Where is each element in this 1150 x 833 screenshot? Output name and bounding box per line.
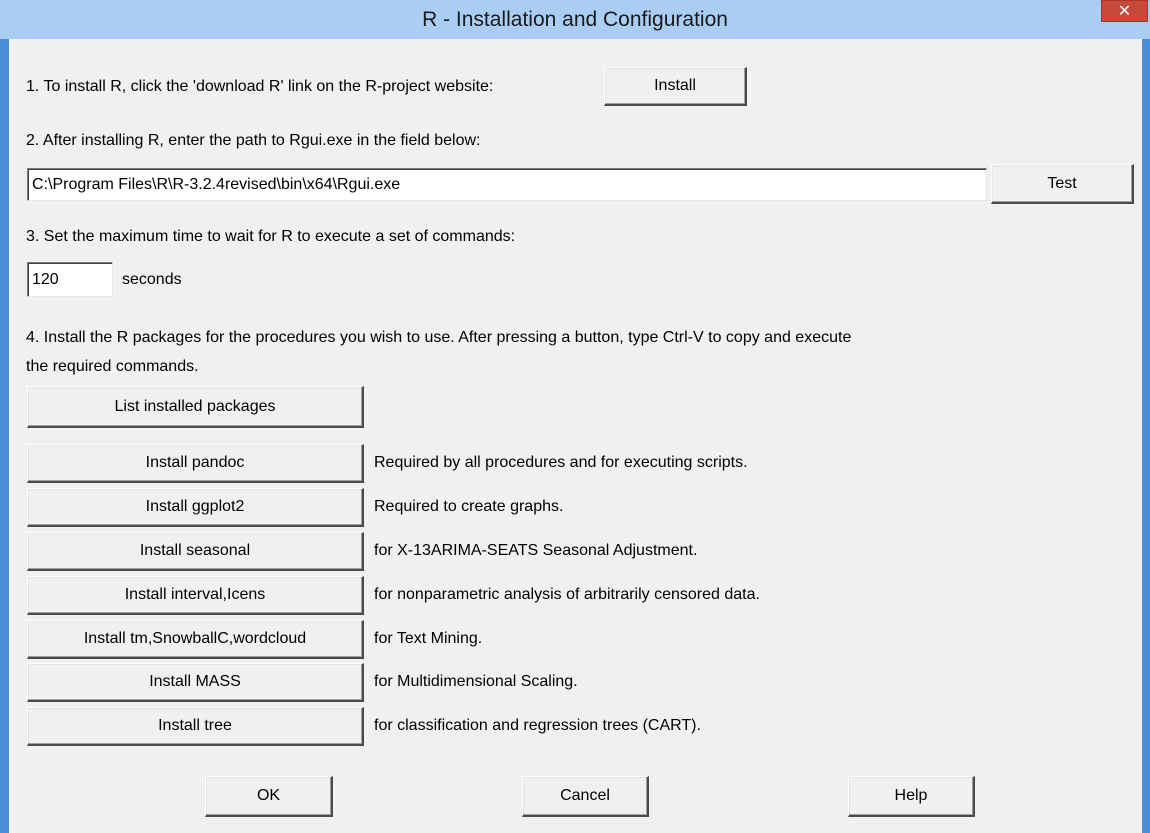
window-title: R - Installation and Configuration xyxy=(422,8,728,31)
step4-label-line2: the required commands. xyxy=(26,358,199,375)
install-r-button[interactable]: Install xyxy=(604,67,747,106)
close-icon: ✕ xyxy=(1117,1,1132,20)
package-description: for Multidimensional Scaling. xyxy=(374,673,578,690)
cancel-button[interactable]: Cancel xyxy=(522,776,649,817)
install-seasonal-button[interactable]: Install seasonal xyxy=(27,532,364,571)
step1-label: 1. To install R, click the 'download R' … xyxy=(26,78,494,95)
dialog-client-area: 1. To install R, click the 'download R' … xyxy=(9,39,1142,833)
install-interval-icens-button[interactable]: Install interval,Icens xyxy=(27,576,364,615)
test-button[interactable]: Test xyxy=(991,164,1134,204)
seconds-label: seconds xyxy=(122,271,182,288)
step4-label-line1: 4. Install the R packages for the proced… xyxy=(26,329,852,346)
dialog-window: R - Installation and Configuration ✕ 1. … xyxy=(0,0,1150,833)
title-bar: R - Installation and Configuration ✕ xyxy=(0,0,1150,39)
rgui-path-input[interactable]: C:\Program Files\R\R-3.2.4revised\bin\x6… xyxy=(27,168,987,201)
install-ggplot2-button[interactable]: Install ggplot2 xyxy=(27,488,364,527)
list-installed-packages-button[interactable]: List installed packages xyxy=(27,386,364,428)
ok-button[interactable]: OK xyxy=(205,776,333,817)
close-button[interactable]: ✕ xyxy=(1101,0,1148,22)
package-description: for nonparametric analysis of arbitraril… xyxy=(374,586,760,603)
install-tm-snowballc-wordcloud-button[interactable]: Install tm,SnowballC,wordcloud xyxy=(27,620,364,659)
package-description: for Text Mining. xyxy=(374,630,483,647)
timeout-seconds-input[interactable]: 120 xyxy=(27,262,113,297)
package-description: Required to create graphs. xyxy=(374,498,564,515)
help-button[interactable]: Help xyxy=(848,776,975,817)
package-description: for X-13ARIMA-SEATS Seasonal Adjustment. xyxy=(374,542,698,559)
package-description: Required by all procedures and for execu… xyxy=(374,454,748,471)
step3-label: 3. Set the maximum time to wait for R to… xyxy=(26,228,516,245)
step2-label: 2. After installing R, enter the path to… xyxy=(26,132,481,149)
install-tree-button[interactable]: Install tree xyxy=(27,707,364,746)
install-pandoc-button[interactable]: Install pandoc xyxy=(27,444,364,483)
install-mass-button[interactable]: Install MASS xyxy=(27,663,364,702)
package-description: for classification and regression trees … xyxy=(374,717,701,734)
